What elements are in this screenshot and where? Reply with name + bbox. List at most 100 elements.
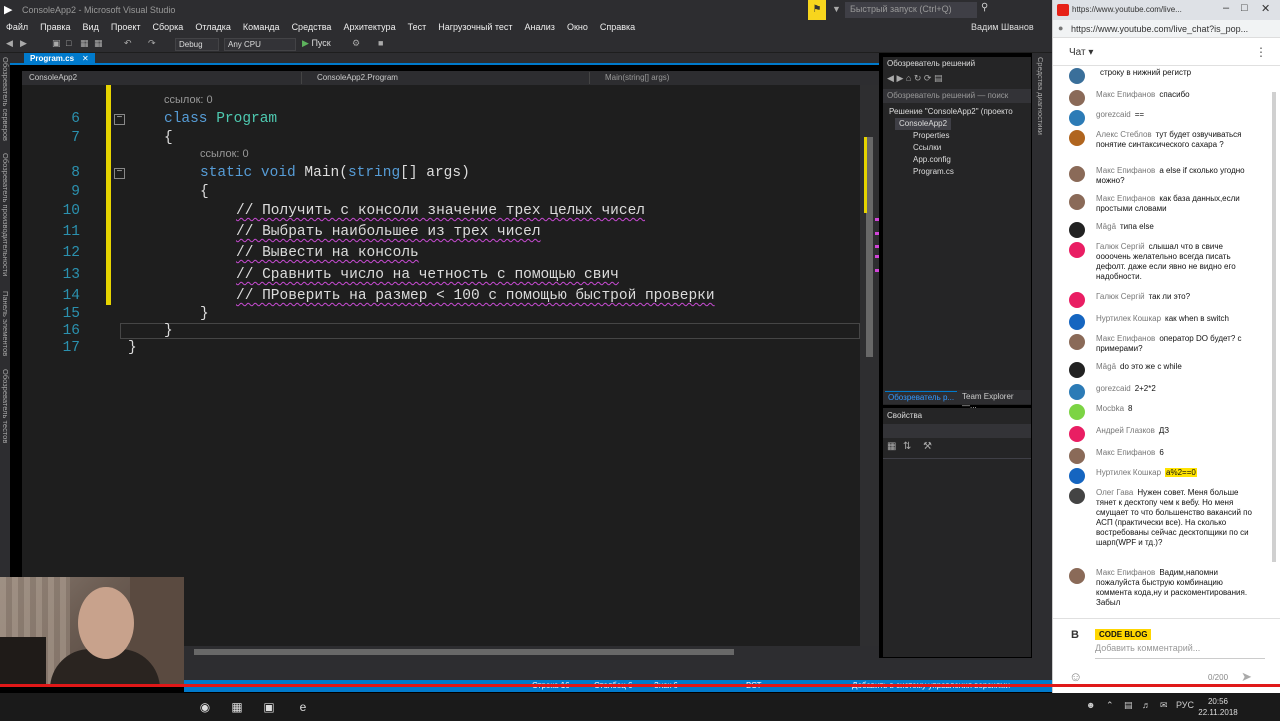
message-author[interactable]: Макс Епифанов	[1096, 166, 1155, 175]
toolbox-tab[interactable]: Панель элементов	[1, 291, 10, 356]
user-name[interactable]: Вадим Шванов	[965, 20, 1040, 34]
server-explorer-tab[interactable]: Обозреватель серверов	[1, 57, 10, 141]
chat-scrollbar[interactable]	[1272, 92, 1276, 562]
address-bar[interactable]: ● https://www.youtube.com/live_chat?is_p…	[1053, 20, 1280, 38]
search-icon[interactable]: ⚲	[981, 2, 988, 13]
chat-message[interactable]: Андрей Глазков ДЗ	[1069, 426, 1265, 448]
chat-message[interactable]: Нуртилек Кошкар как when в switch	[1069, 314, 1265, 334]
tree-node-app-config[interactable]: App.config	[913, 154, 951, 166]
chat-message[interactable]: Алекс Стеблов тут будет озвучиваться поня…	[1069, 130, 1265, 166]
more-options-icon[interactable]: ⋮	[1255, 45, 1267, 59]
tray-arrow-icon[interactable]: ⌃	[1106, 700, 1114, 711]
chat-message[interactable]: строку в нижний регистр	[1069, 68, 1265, 90]
photoshop-icon[interactable]: ▣	[258, 697, 280, 717]
chat-message[interactable]: gorezcaid ==	[1069, 110, 1265, 130]
avatar[interactable]	[1069, 468, 1085, 484]
platform-select[interactable]: Any CPU	[224, 38, 296, 51]
message-author[interactable]: Галюк Сергій	[1096, 242, 1145, 251]
chat-message[interactable]: Māgā do это же с while	[1069, 362, 1265, 384]
undo-icon[interactable]: ↶	[124, 38, 132, 49]
message-author[interactable]: Макс Епифанов	[1096, 334, 1155, 343]
message-author[interactable]: Макс Епифанов	[1096, 194, 1155, 203]
avatar[interactable]	[1069, 242, 1085, 258]
message-author[interactable]: gorezcaid	[1096, 384, 1131, 393]
send-icon[interactable]: ➤	[1241, 669, 1252, 685]
wrench-icon[interactable]: ⚒	[923, 441, 932, 452]
home-icon[interactable]: ⌂	[906, 73, 911, 83]
minimize-icon[interactable]: –	[1223, 2, 1229, 14]
start-button[interactable]: ▶ Пуск	[302, 38, 331, 49]
refresh-icon[interactable]: ⟳	[924, 73, 932, 83]
collapse-icon[interactable]: −	[114, 168, 125, 179]
chat-message[interactable]: gorezcaid 2+2*2	[1069, 384, 1265, 404]
message-author[interactable]: Андрей Глазков	[1096, 426, 1155, 435]
chat-message[interactable]: Māgā типа else	[1069, 222, 1265, 242]
chat-message[interactable]: Галюк Сергій слышал что в свиче оооочень …	[1069, 242, 1265, 292]
edge-icon[interactable]: e	[292, 697, 314, 717]
people-icon[interactable]: ☻	[1086, 700, 1095, 710]
obs-icon[interactable]: ◉	[194, 697, 216, 717]
tree-node-solution[interactable]: Решение "ConsoleApp2" (проекто	[889, 106, 1013, 118]
solution-search-input[interactable]: Обозреватель решений — поиск	[883, 89, 1031, 103]
menu-edit[interactable]: Правка	[34, 20, 76, 34]
close-icon[interactable]: ✕	[82, 54, 89, 63]
collapse-icon[interactable]: −	[114, 114, 125, 125]
chat-mode-dropdown[interactable]: Чат ▾	[1069, 47, 1093, 58]
code-editor[interactable]: ссылок: 0 6 − class Program 7 { ссылок: …	[22, 85, 879, 646]
diagnostic-tools-tab[interactable]: Средства диагностики	[1036, 57, 1045, 135]
collapse-all-icon[interactable]: ▤	[934, 73, 943, 83]
browser-tab-title[interactable]: https://www.youtube.com/live...	[1072, 5, 1182, 14]
save-all-icon[interactable]: ▦	[94, 38, 103, 49]
new-project-icon[interactable]: ▣	[52, 38, 61, 49]
chat-message[interactable]: Mocbka 8	[1069, 404, 1265, 426]
avatar[interactable]	[1069, 448, 1085, 464]
message-author[interactable]: Галюк Сергій	[1096, 292, 1145, 301]
avatar[interactable]	[1069, 334, 1085, 350]
reference-count[interactable]: ссылок: 0	[164, 94, 213, 106]
message-author[interactable]: Mocbka	[1096, 404, 1124, 413]
avatar[interactable]	[1069, 426, 1085, 442]
chat-message[interactable]: Олег Гава Нужен совет. Меня больше тянет …	[1069, 488, 1265, 568]
menu-team[interactable]: Команда	[237, 20, 286, 34]
avatar[interactable]	[1069, 314, 1085, 330]
message-author[interactable]: Олег Гава	[1096, 488, 1133, 497]
url-text[interactable]: https://www.youtube.com/live_chat?is_pop…	[1071, 24, 1248, 34]
step-icon[interactable]: ■	[378, 38, 383, 48]
close-icon[interactable]: ✕	[1261, 2, 1270, 15]
chat-message[interactable]: Макс Епифанов Вадим,напомни пожалуйста бы…	[1069, 568, 1265, 608]
tab-solution-explorer[interactable]: Обозреватель р...	[885, 391, 958, 403]
feedback-flag-icon[interactable]: ⚑	[808, 0, 826, 20]
avatar[interactable]	[1069, 568, 1085, 584]
menu-load-test[interactable]: Нагрузочный тест	[432, 20, 518, 34]
avatar[interactable]	[1069, 68, 1085, 84]
menu-analyze[interactable]: Анализ	[519, 20, 561, 34]
avatar[interactable]	[1069, 166, 1085, 182]
message-author[interactable]: Алекс Стеблов	[1096, 130, 1152, 139]
project-dropdown[interactable]: ConsoleApp2	[26, 72, 302, 84]
back-icon[interactable]: ◀	[6, 38, 13, 49]
avatar[interactable]	[1069, 292, 1085, 308]
open-icon[interactable]: □	[66, 38, 71, 48]
chat-message[interactable]: Макс Епифанов оператор DO будет? с пример…	[1069, 334, 1265, 362]
clock[interactable]: 20:56 22.11.2018	[1198, 696, 1238, 718]
tree-node-project[interactable]: ConsoleApp2	[895, 118, 952, 130]
message-author[interactable]: Нуртилек Кошкар	[1096, 468, 1161, 477]
menu-test[interactable]: Тест	[402, 20, 433, 34]
input-language[interactable]: РУС	[1176, 700, 1194, 710]
menu-tools[interactable]: Средства	[286, 20, 338, 34]
chat-message[interactable]: Галюк Сергій так ли это?	[1069, 292, 1265, 314]
tab-program-cs[interactable]: Program.cs ✕	[24, 53, 95, 65]
alphabetical-icon[interactable]: ⇅	[903, 441, 911, 452]
volume-icon[interactable]: ♬	[1142, 700, 1151, 710]
message-author[interactable]: Māgā	[1096, 362, 1116, 371]
back-icon[interactable]: ◀	[887, 73, 894, 83]
categorized-icon[interactable]: ▦	[887, 441, 896, 452]
avatar[interactable]	[1069, 90, 1085, 106]
toolbox-icon[interactable]: ⚙	[352, 38, 360, 49]
class-dropdown[interactable]: ConsoleApp2.Program	[314, 72, 590, 84]
member-dropdown[interactable]: Main(string[] args)	[602, 72, 872, 84]
forward-icon[interactable]: ▶	[20, 38, 27, 49]
scrollbar-thumb[interactable]	[194, 649, 734, 655]
emoji-icon[interactable]: ☺	[1069, 669, 1082, 684]
chat-message[interactable]: Макс Епифанов а else if сколько угодно мо…	[1069, 166, 1265, 194]
